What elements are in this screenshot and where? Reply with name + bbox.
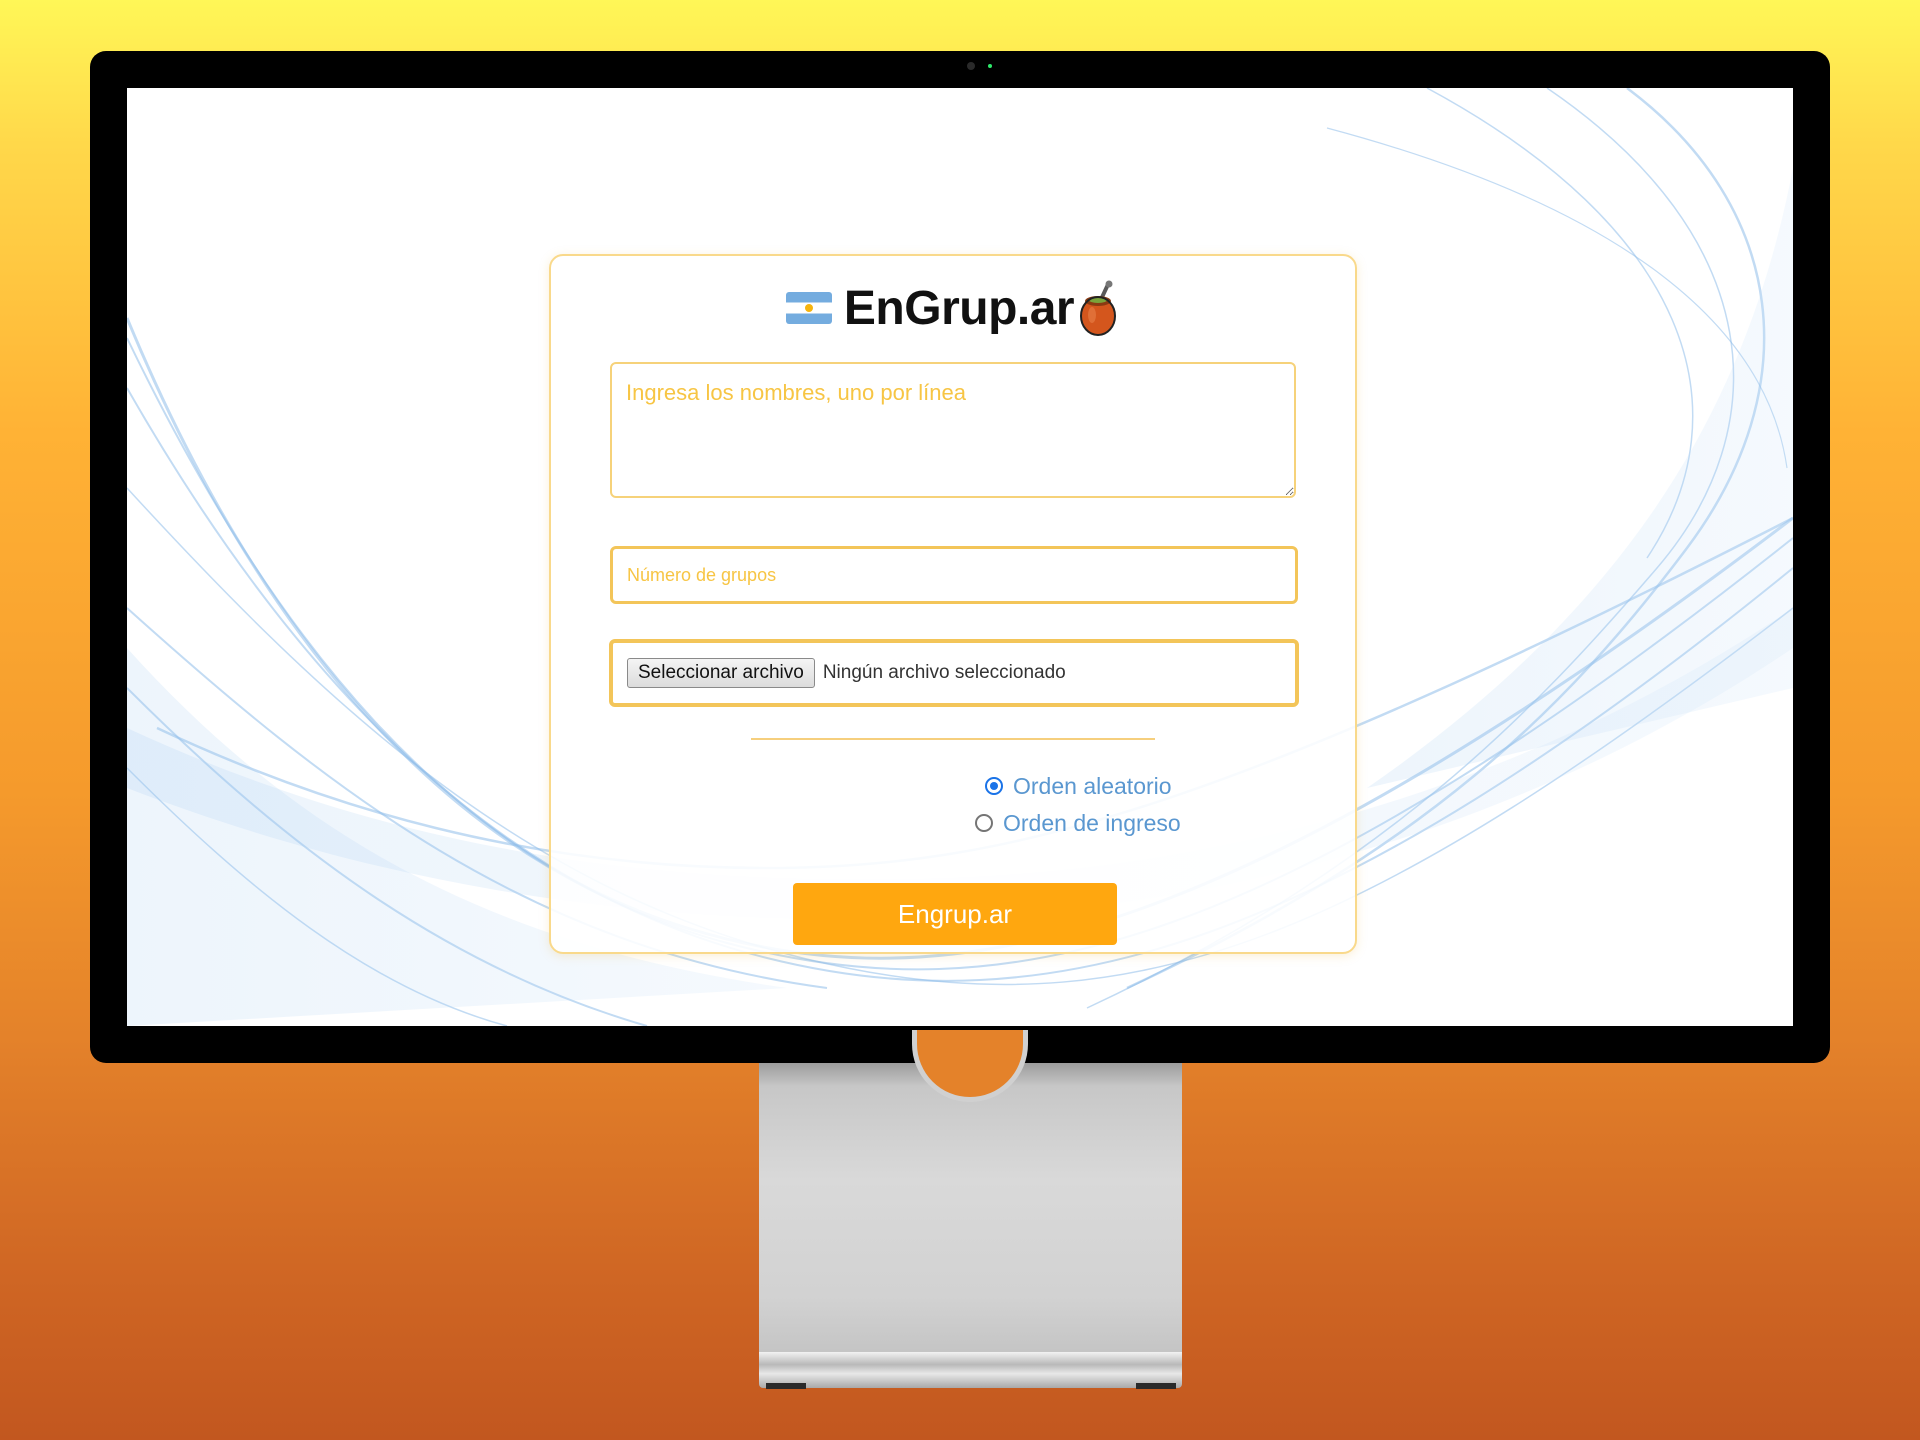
- section-divider: [751, 738, 1155, 740]
- argentina-flag-icon: [785, 292, 832, 324]
- radio-unselected-icon[interactable]: [975, 814, 993, 832]
- stand-foot-left: [766, 1383, 806, 1389]
- stand-foot-right: [1136, 1383, 1176, 1389]
- app-title: EnGrup.ar: [843, 281, 1075, 335]
- app-header: EnGrup.ar: [551, 278, 1355, 338]
- monitor-stand-base: [759, 1352, 1182, 1388]
- radio-entry-order[interactable]: Orden de ingreso: [975, 807, 1181, 839]
- monitor-stand: [759, 1063, 1182, 1355]
- file-upload-field: Seleccionar archivo Ningún archivo selec…: [609, 639, 1299, 707]
- flag-sun-icon: [804, 304, 813, 312]
- group-form-card: EnGrup.ar Seleccionar archivo Ningún arc…: [549, 254, 1357, 954]
- app-screen: EnGrup.ar Seleccionar archivo Ningún arc…: [127, 88, 1793, 1026]
- radio-entry-order-label: Orden de ingreso: [1003, 809, 1181, 836]
- mate-gourd-icon: [1080, 280, 1117, 336]
- radio-random-order[interactable]: Orden aleatorio: [985, 770, 1172, 802]
- group-count-input[interactable]: [610, 546, 1298, 604]
- monitor-frame: EnGrup.ar Seleccionar archivo Ningún arc…: [90, 51, 1830, 1063]
- camera-icon: [967, 62, 975, 70]
- radio-selected-icon[interactable]: [985, 777, 1003, 795]
- radio-random-order-label: Orden aleatorio: [1013, 772, 1172, 799]
- select-file-button[interactable]: Seleccionar archivo: [627, 658, 815, 688]
- engrupar-submit-button[interactable]: Engrup.ar: [793, 883, 1117, 945]
- file-status-text: Ningún archivo seleccionado: [822, 662, 1066, 683]
- names-textarea[interactable]: [610, 362, 1296, 498]
- camera-led-icon: [988, 64, 992, 68]
